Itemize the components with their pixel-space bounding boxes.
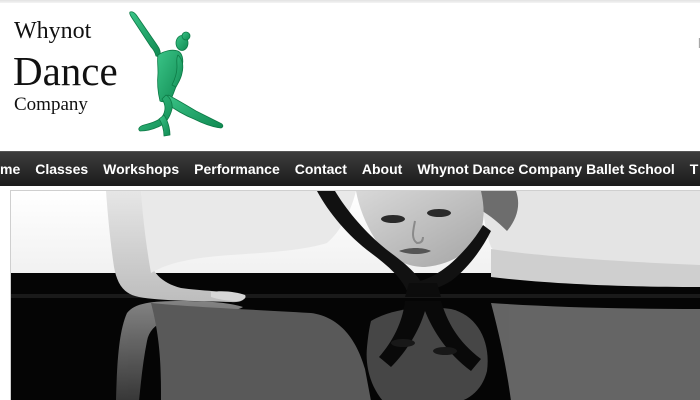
dancer-logo-icon [129,11,224,137]
nav-item-home[interactable]: me [0,152,27,186]
nav-list: me Classes Workshops Performance Contact… [0,152,700,186]
logo-text-line3: Company [14,94,88,115]
page: Whynot Dance Company me Classes Workshop… [0,0,700,400]
logo-text-line2: Dance [13,48,118,94]
nav-item-performance[interactable]: Performance [186,152,287,186]
site-header: Whynot Dance Company [0,3,700,151]
nav-item-classes[interactable]: Classes [27,152,95,186]
main-navigation: me Classes Workshops Performance Contact… [0,151,700,186]
nav-item-truncated[interactable]: T [682,152,700,186]
logo-text-line1: Whynot [14,18,92,44]
nav-item-ballet-school[interactable]: Whynot Dance Company Ballet School [409,152,681,186]
hero-dancer-photo [11,191,700,400]
nav-item-about[interactable]: About [354,152,409,186]
nav-item-workshops[interactable]: Workshops [95,152,186,186]
hero-image [10,190,700,400]
nav-item-contact[interactable]: Contact [287,152,354,186]
site-logo[interactable]: Whynot Dance Company [0,3,240,151]
